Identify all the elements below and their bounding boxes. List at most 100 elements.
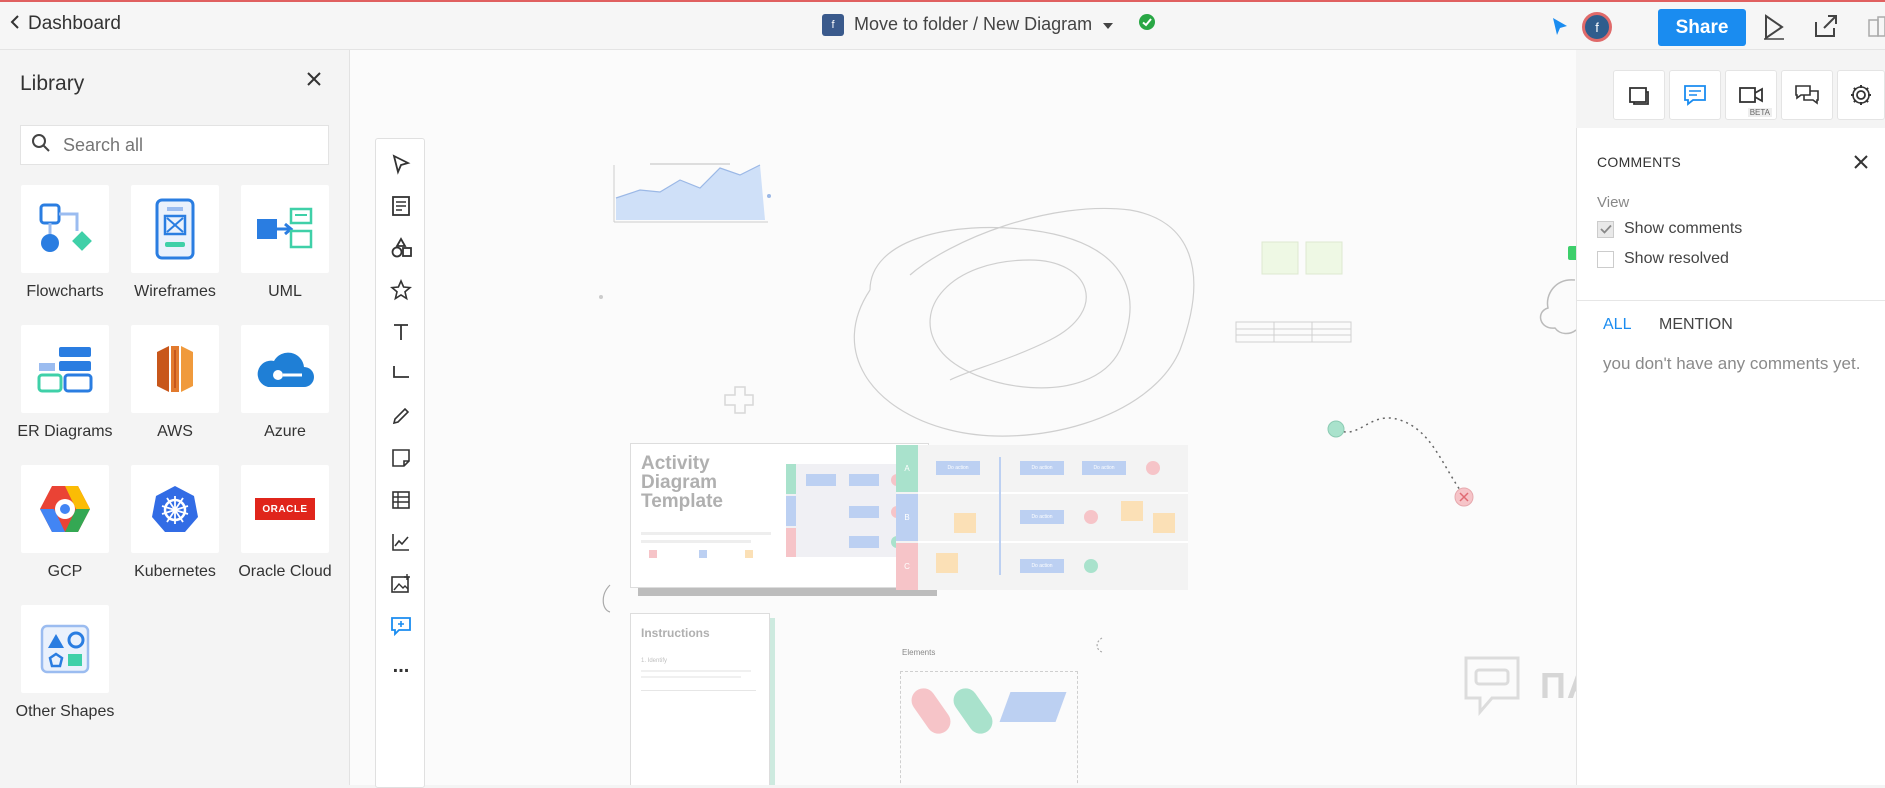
table-icon <box>392 491 410 509</box>
show-resolved-checkbox[interactable] <box>1597 250 1614 268</box>
library-tile-aws[interactable]: AWS <box>120 325 230 441</box>
dotted-connector[interactable] <box>1337 417 1461 491</box>
layers-button[interactable] <box>1613 70 1665 120</box>
other-shapes-icon <box>21 605 109 693</box>
instructions-card[interactable]: Instructions 1. Identify <box>630 613 770 785</box>
connector-start-node[interactable] <box>1327 420 1345 438</box>
cross-shape[interactable] <box>724 386 754 414</box>
tile-label: Azure <box>264 423 306 440</box>
shapes-tool[interactable] <box>386 233 416 263</box>
library-tile-wireframes[interactable]: Wireframes <box>120 185 230 301</box>
video-camera-icon <box>1739 87 1763 103</box>
connector-tool[interactable] <box>386 359 416 389</box>
library-tile-er-diagrams[interactable]: ER Diagrams <box>10 325 120 441</box>
activity-template-card[interactable]: Activity Diagram Template <box>630 443 929 588</box>
comment-tool[interactable] <box>386 611 416 641</box>
tile-label: Flowcharts <box>26 283 104 300</box>
library-tile-uml[interactable]: UML <box>230 185 340 301</box>
star-tool[interactable] <box>386 275 416 305</box>
cloud-shape[interactable] <box>1539 279 1576 335</box>
close-icon[interactable] <box>305 70 323 93</box>
apps-icon[interactable] <box>1868 16 1885 43</box>
caret-down-icon[interactable] <box>1102 14 1114 35</box>
search-input[interactable] <box>61 133 305 157</box>
sticky-note[interactable] <box>1261 241 1299 275</box>
tab-all[interactable]: ALL <box>1603 316 1631 334</box>
beta-badge: BETA <box>1747 108 1772 117</box>
library-tile-kubernetes[interactable]: Kubernetes <box>120 465 230 581</box>
er-diagram-icon <box>21 325 109 413</box>
tile-label: Kubernetes <box>134 563 216 580</box>
avatar[interactable]: f <box>1582 12 1612 42</box>
library-panel: Library Flowcharts Wireframes UML ER Dia… <box>0 50 350 785</box>
tile-label: AWS <box>157 423 193 440</box>
pen-tool[interactable] <box>386 401 416 431</box>
library-tile-other-shapes[interactable]: Other Shapes <box>10 605 120 721</box>
swimlane-diagram[interactable]: A B C Do action Do action Do action Do a… <box>896 445 1188 590</box>
mini-table[interactable] <box>1235 321 1352 343</box>
share-button[interactable]: Share <box>1658 9 1746 46</box>
settings-button[interactable] <box>1837 70 1885 120</box>
action-node: Do action <box>936 461 980 475</box>
tab-mention[interactable]: MENTION <box>1659 316 1733 334</box>
library-tile-azure[interactable]: Azure <box>230 325 340 441</box>
library-tile-flowcharts[interactable]: Flowcharts <box>10 185 120 301</box>
diagram-title[interactable]: Move to folder / New Diagram <box>854 14 1092 35</box>
diagram-canvas[interactable]: Activity Diagram Template Instructions 1… <box>350 50 1576 785</box>
tile-label: UML <box>268 283 302 300</box>
text-block-icon <box>392 196 410 216</box>
cursor-follow-icon[interactable] <box>1550 16 1570 43</box>
library-search[interactable] <box>20 125 329 165</box>
video-button[interactable]: BETA <box>1725 70 1777 120</box>
freehand-scribble[interactable] <box>853 207 1195 437</box>
more-tools-button[interactable]: ... <box>386 651 416 681</box>
present-play-icon[interactable] <box>1762 14 1786 45</box>
saved-status-icon <box>1138 13 1156 36</box>
lane-c: C <box>896 543 918 590</box>
star-icon <box>390 279 412 301</box>
connector-icon <box>393 366 409 378</box>
action-node: Do action <box>1082 461 1126 475</box>
elements-frame[interactable] <box>900 671 1078 785</box>
sticky-note[interactable] <box>1305 241 1343 275</box>
library-tile-oracle-cloud[interactable]: ORACLE Oracle Cloud <box>230 465 340 581</box>
text-block-tool[interactable] <box>386 191 416 221</box>
breadcrumb[interactable]: f Move to folder / New Diagram <box>822 13 1156 36</box>
watermark-logo-icon <box>1464 656 1520 717</box>
folder-badge: f <box>822 13 844 36</box>
text-t-icon <box>394 324 408 340</box>
dashboard-back-link[interactable]: Dashboard <box>10 13 121 35</box>
dashboard-label: Dashboard <box>28 13 121 34</box>
text-tool[interactable] <box>386 317 416 347</box>
show-resolved-option[interactable]: Show resolved <box>1597 250 1729 268</box>
gcp-icon <box>21 465 109 553</box>
divider <box>1577 300 1885 301</box>
chart-tool[interactable] <box>386 527 416 557</box>
sticky-note-tool[interactable] <box>386 443 416 473</box>
area-chart-thumbnail[interactable] <box>613 163 768 223</box>
table-tool[interactable] <box>386 485 416 515</box>
show-resolved-label: Show resolved <box>1624 250 1729 267</box>
show-comments-label: Show comments <box>1624 220 1743 237</box>
comments-title: COMMENTS <box>1597 154 1682 170</box>
elements-label: Elements <box>902 648 936 657</box>
image-tool[interactable] <box>386 569 416 599</box>
aws-icon <box>131 325 219 413</box>
wireframe-icon <box>131 185 219 273</box>
view-label: View <box>1597 194 1630 211</box>
show-comments-checkbox[interactable] <box>1597 220 1614 238</box>
comment-marker[interactable] <box>1568 246 1576 260</box>
close-icon[interactable] <box>1853 154 1869 175</box>
chat-button[interactable] <box>1781 70 1833 120</box>
library-tile-gcp[interactable]: GCP <box>10 465 120 581</box>
pencil-icon <box>392 407 410 425</box>
select-tool[interactable] <box>386 149 416 179</box>
uml-icon <box>241 185 329 273</box>
comments-toggle-button[interactable] <box>1669 70 1721 120</box>
show-comments-option[interactable]: Show comments <box>1597 220 1742 238</box>
empty-comments-message: you don't have any comments yet. <box>1603 354 1861 373</box>
tile-label: ER Diagrams <box>17 423 113 440</box>
lane-a: A <box>896 445 918 492</box>
export-icon[interactable] <box>1812 12 1840 45</box>
line-chart-icon <box>392 534 409 551</box>
